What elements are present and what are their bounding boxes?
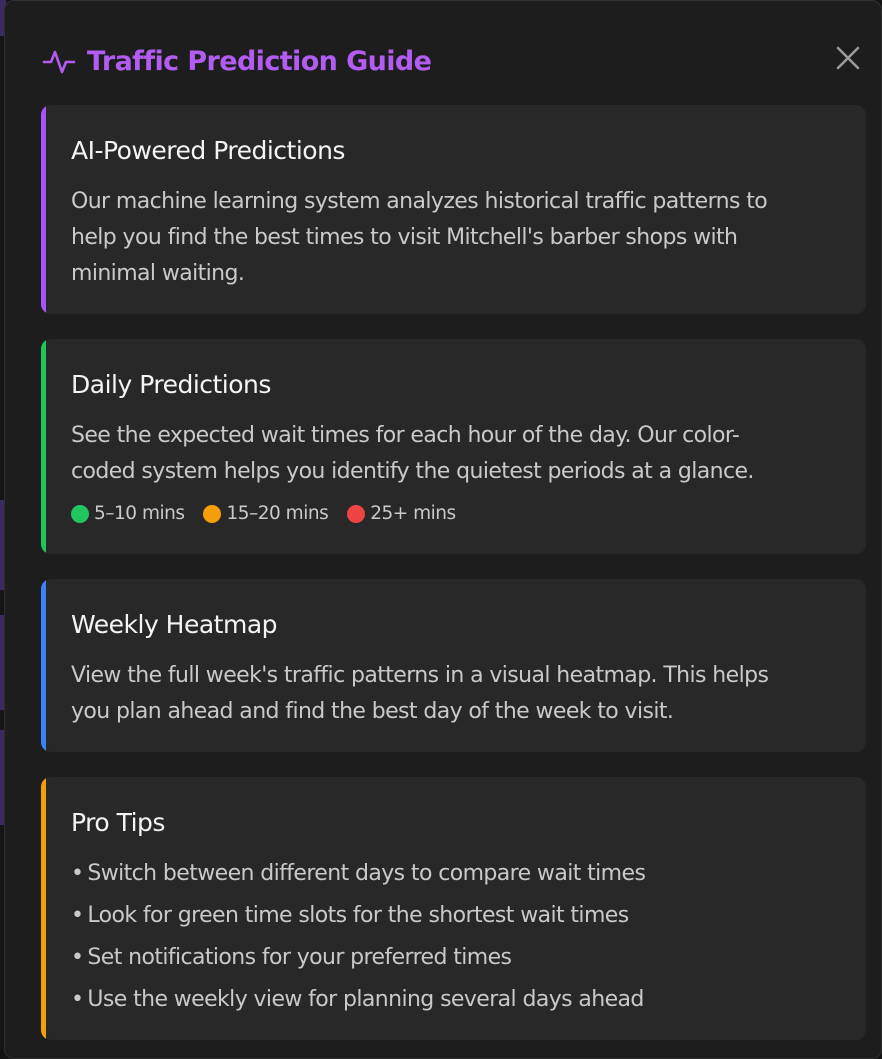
card-description: View the full week's traffic patterns in… (71, 658, 836, 730)
description-line: you plan ahead and find the best day of … (71, 699, 674, 724)
card-daily-predictions: Daily Predictions See the expected wait … (41, 339, 866, 554)
list-item: Use the weekly view for planning several… (71, 979, 842, 1021)
red-dot-icon (347, 504, 366, 523)
card-weekly-heatmap: Weekly Heatmap View the full week's traf… (41, 579, 866, 752)
description-line: minimal waiting. (71, 261, 245, 286)
description-line: Our machine learning system analyzes his… (71, 189, 768, 214)
traffic-guide-modal: Traffic Prediction Guide AI-Powered Pred… (4, 0, 882, 1059)
card-description: See the expected wait times for each hou… (71, 418, 836, 490)
card-title: Daily Predictions (71, 370, 271, 399)
legend-label: 15–20 mins (226, 503, 329, 524)
orange-dot-icon (203, 504, 222, 523)
list-item: Look for green time slots for the shorte… (71, 895, 842, 937)
activity-pulse-icon (41, 43, 77, 79)
list-item: Set notifications for your preferred tim… (71, 937, 842, 979)
card-description: Our machine learning system analyzes his… (71, 184, 836, 292)
legend-item-medium-wait: 15–20 mins (203, 503, 329, 524)
wait-time-legend: 5–10 mins 15–20 mins 25+ mins (71, 503, 475, 524)
modal-title: Traffic Prediction Guide (87, 45, 432, 77)
pro-tips-list: Switch between different days to compare… (71, 853, 842, 1021)
modal-header: Traffic Prediction Guide (41, 41, 432, 81)
card-title: AI-Powered Predictions (71, 136, 345, 165)
card-pro-tips: Pro Tips Switch between different days t… (41, 777, 866, 1040)
legend-item-long-wait: 25+ mins (347, 503, 456, 524)
close-button[interactable] (831, 43, 865, 77)
description-line: View the full week's traffic patterns in… (71, 663, 769, 688)
list-item: Switch between different days to compare… (71, 853, 842, 895)
legend-label: 5–10 mins (94, 503, 185, 524)
legend-item-short-wait: 5–10 mins (71, 503, 185, 524)
close-icon (835, 45, 861, 75)
card-ai-predictions: AI-Powered Predictions Our machine learn… (41, 105, 866, 314)
legend-label: 25+ mins (370, 503, 456, 524)
description-line: See the expected wait times for each hou… (71, 423, 740, 448)
card-title: Pro Tips (71, 808, 165, 837)
description-line: coded system helps you identify the quie… (71, 459, 754, 484)
green-dot-icon (71, 504, 89, 523)
card-title: Weekly Heatmap (71, 610, 278, 639)
description-line: help you find the best times to visit Mi… (71, 225, 738, 250)
